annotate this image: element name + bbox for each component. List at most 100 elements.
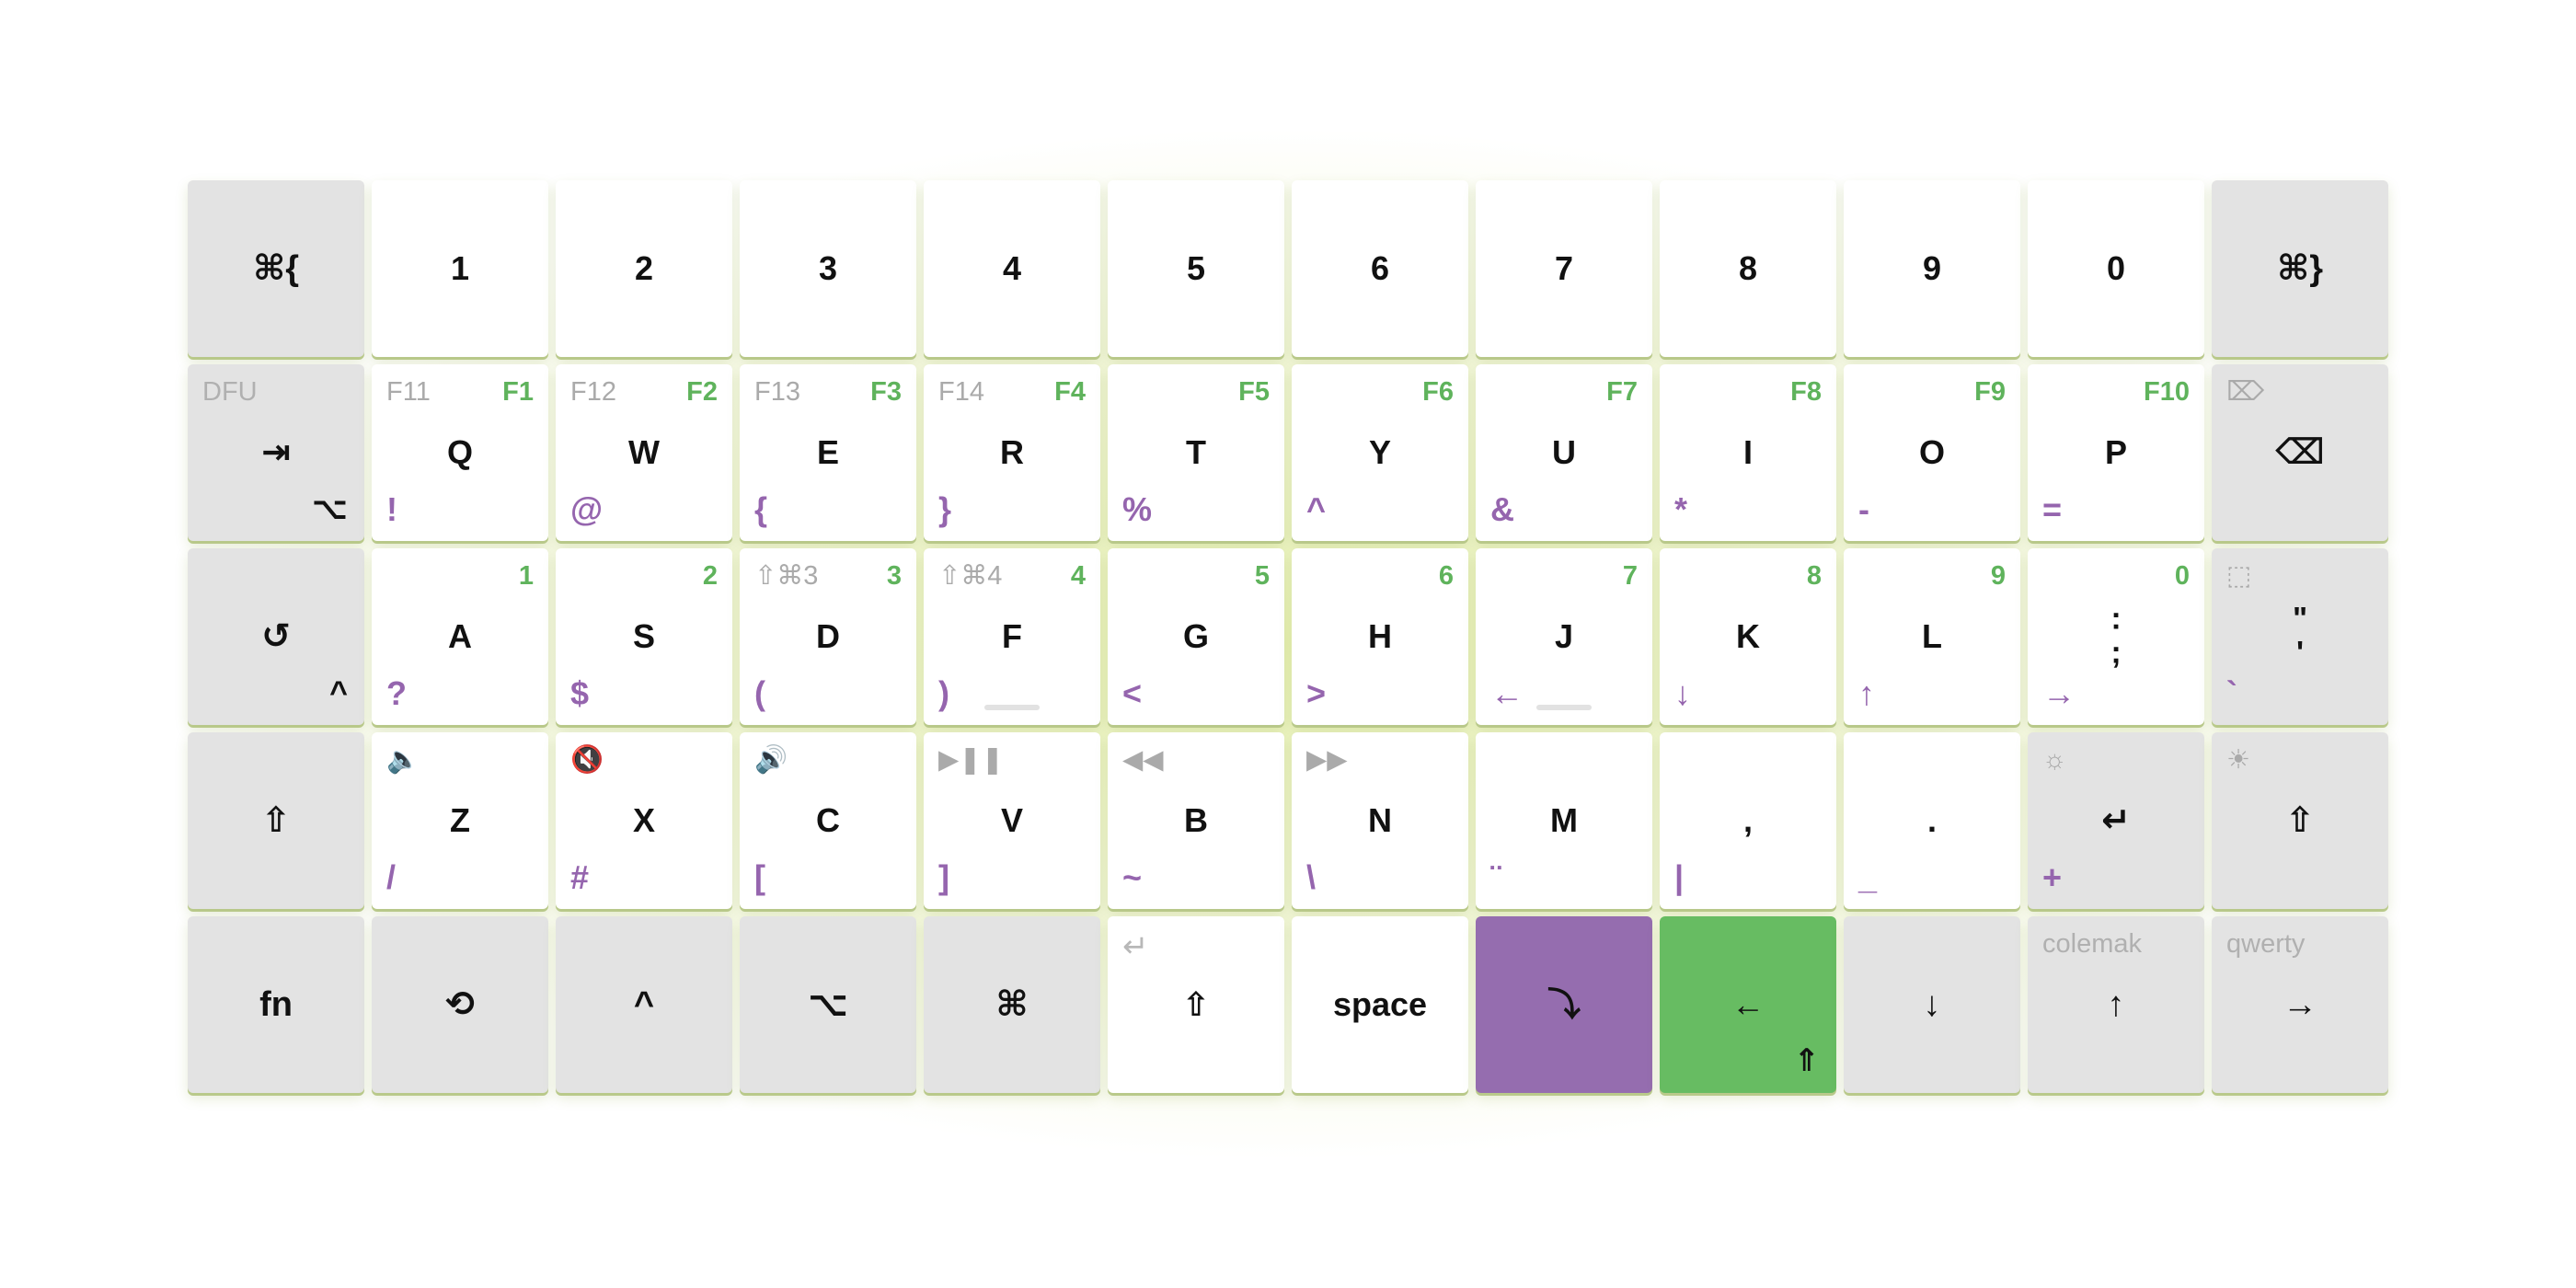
key-bottom-1[interactable]: Z 🔈 /	[372, 732, 548, 909]
key-thumb-5[interactable]: ⇧ ↵	[1108, 916, 1284, 1093]
key-home-4[interactable]: F ⇧⌘4 4)	[924, 548, 1100, 725]
key-home-10[interactable]: : ; 0 →	[2028, 548, 2204, 725]
key-bottom-left-legend: ↑	[1858, 674, 1875, 712]
key-label: ←	[1731, 985, 1765, 1023]
key-top-right-legend: 6	[1438, 561, 1454, 591]
key-number-10[interactable]: 0	[2028, 180, 2204, 357]
key-home-8[interactable]: K 8 ↓	[1660, 548, 1836, 725]
key-top-2[interactable]: W F12 F2 @	[556, 364, 732, 541]
key-top-right-legend: 9	[1990, 561, 2006, 591]
key-top-left-legend: ⇧⌘3	[754, 561, 819, 591]
key-bottom-left-legend: \	[1306, 858, 1317, 896]
key-number-8[interactable]: 8	[1660, 180, 1836, 357]
key-top-left-legend: ⌦	[2226, 377, 2265, 407]
key-bottom-3[interactable]: C 🔊 [	[740, 732, 916, 909]
key-number-1[interactable]: 1	[372, 180, 548, 357]
key-top-right-legend: F7	[1606, 377, 1638, 407]
key-home-5[interactable]: G 5 <	[1108, 548, 1284, 725]
key-bottom-left-legend: ]	[938, 858, 949, 896]
key-home-0[interactable]: ↺ ^	[188, 548, 364, 725]
key-number-0[interactable]: ⌘{	[188, 180, 364, 357]
key-label: ↓	[1923, 985, 1941, 1024]
key-thumb-9[interactable]: ↓	[1844, 916, 2020, 1093]
key-bottom-9[interactable]: . _	[1844, 732, 2020, 909]
key-home-1[interactable]: A 1?	[372, 548, 548, 725]
key-bottom-7[interactable]: M ¨	[1476, 732, 1652, 909]
key-label: P	[2104, 433, 2127, 471]
key-thumb-7[interactable]: ⤵	[1476, 916, 1652, 1093]
key-bottom-0[interactable]: ⇧	[188, 732, 364, 909]
key-label: S	[632, 617, 655, 655]
key-home-11[interactable]: " ' ⬚ `	[2212, 548, 2388, 725]
key-home-7[interactable]: J 7 ←	[1476, 548, 1652, 725]
key-top-11[interactable]: ⌫ ⌦	[2212, 364, 2388, 541]
key-bottom-right-legend: ⇑	[1793, 1043, 1821, 1078]
key-top-3[interactable]: E F13 F3 {	[740, 364, 916, 541]
key-bottom-11[interactable]: ⇧ ☀	[2212, 732, 2388, 909]
key-label: 8	[1738, 249, 1758, 287]
key-number-3[interactable]: 3	[740, 180, 916, 357]
key-top-4[interactable]: R F14 F4}	[924, 364, 1100, 541]
key-number-9[interactable]: 9	[1844, 180, 2020, 357]
key-top-8[interactable]: I F8 *	[1660, 364, 1836, 541]
key-bottom-left-legend: }	[938, 490, 952, 528]
key-home-6[interactable]: H 6 >	[1292, 548, 1468, 725]
key-thumb-10[interactable]: ↑ colemak	[2028, 916, 2204, 1093]
key-top-1[interactable]: Q F11 F1!	[372, 364, 548, 541]
key-top-right-legend: F6	[1422, 377, 1454, 407]
key-bottom-right-legend: ⌥	[311, 491, 348, 526]
key-top-0[interactable]: ⇥ DFU ⌥	[188, 364, 364, 541]
key-top-left-legend: F11	[386, 377, 431, 407]
key-home-9[interactable]: L 9 ↑	[1844, 548, 2020, 725]
key-label: ↑	[2107, 985, 2125, 1024]
key-label: ↵	[2101, 801, 2131, 840]
key-bottom-left-legend: |	[1674, 858, 1685, 896]
keyboard-layout: ⌘{1 2 3 4 5 6 7 8 9 0 ⌘} ⇥ DFU ⌥ Q F11 F1! W F12 F2 @ E F13 F3{…	[0, 0, 2576, 1288]
key-bottom-left-legend: _	[1858, 858, 1878, 896]
key-top-10[interactable]: P F10 =	[2028, 364, 2204, 541]
key-top-5[interactable]: T F5%	[1108, 364, 1284, 541]
key-bottom-8[interactable]: , |	[1660, 732, 1836, 909]
key-bottom-10[interactable]: ↵ ☼ +	[2028, 732, 2204, 909]
key-bottom-left-legend: %	[1122, 490, 1153, 528]
key-label: ⤵	[1547, 985, 1581, 1023]
key-label: ⇥	[261, 433, 291, 472]
key-home-3[interactable]: D ⇧⌘3 3 (	[740, 548, 916, 725]
key-top-left-legend: F12	[570, 377, 616, 407]
key-number-5[interactable]: 5	[1108, 180, 1284, 357]
key-label: ,	[1742, 801, 1753, 839]
key-bottom-6[interactable]: N ▶▶ \	[1292, 732, 1468, 909]
key-label: ↺	[261, 617, 291, 656]
key-label: V	[1000, 801, 1023, 839]
key-thumb-3[interactable]: ⌥	[740, 916, 916, 1093]
key-label: ⌫	[2275, 433, 2325, 472]
key-number-7[interactable]: 7	[1476, 180, 1652, 357]
key-top-9[interactable]: O F9 -	[1844, 364, 2020, 541]
key-thumb-8[interactable]: ← ⇑	[1660, 916, 1836, 1093]
key-top-7[interactable]: U F7 &	[1476, 364, 1652, 541]
key-bottom-left-legend: `	[2226, 674, 2237, 712]
key-home-2[interactable]: S 2 $	[556, 548, 732, 725]
key-top-right-legend: 2	[702, 561, 718, 591]
key-thumb-1[interactable]: ⟲	[372, 916, 548, 1093]
key-thumb-4[interactable]: ⌘	[924, 916, 1100, 1093]
key-number-6[interactable]: 6	[1292, 180, 1468, 357]
key-label: C	[816, 801, 840, 839]
key-label: Y	[1368, 433, 1391, 471]
key-number-4[interactable]: 4	[924, 180, 1100, 357]
key-top-6[interactable]: Y F6 ^	[1292, 364, 1468, 541]
key-bottom-left-legend: ^	[1306, 490, 1327, 528]
key-thumb-11[interactable]: → qwerty	[2212, 916, 2388, 1093]
key-number-2[interactable]: 2	[556, 180, 732, 357]
key-thumb-6[interactable]: space	[1292, 916, 1468, 1093]
key-top-right-legend: F2	[686, 377, 718, 407]
key-thumb-2[interactable]: ^	[556, 916, 732, 1093]
key-number-11[interactable]: ⌘}	[2212, 180, 2388, 357]
key-bottom-left-legend: [	[754, 858, 765, 896]
key-bottom-2[interactable]: X 🔇 #	[556, 732, 732, 909]
key-thumb-0[interactable]: fn	[188, 916, 364, 1093]
home-row-bump	[984, 705, 1040, 710]
key-bottom-4[interactable]: V ▶❚❚]	[924, 732, 1100, 909]
key-bottom-5[interactable]: B ◀◀ ~	[1108, 732, 1284, 909]
key-bottom-left-legend: /	[386, 858, 397, 896]
